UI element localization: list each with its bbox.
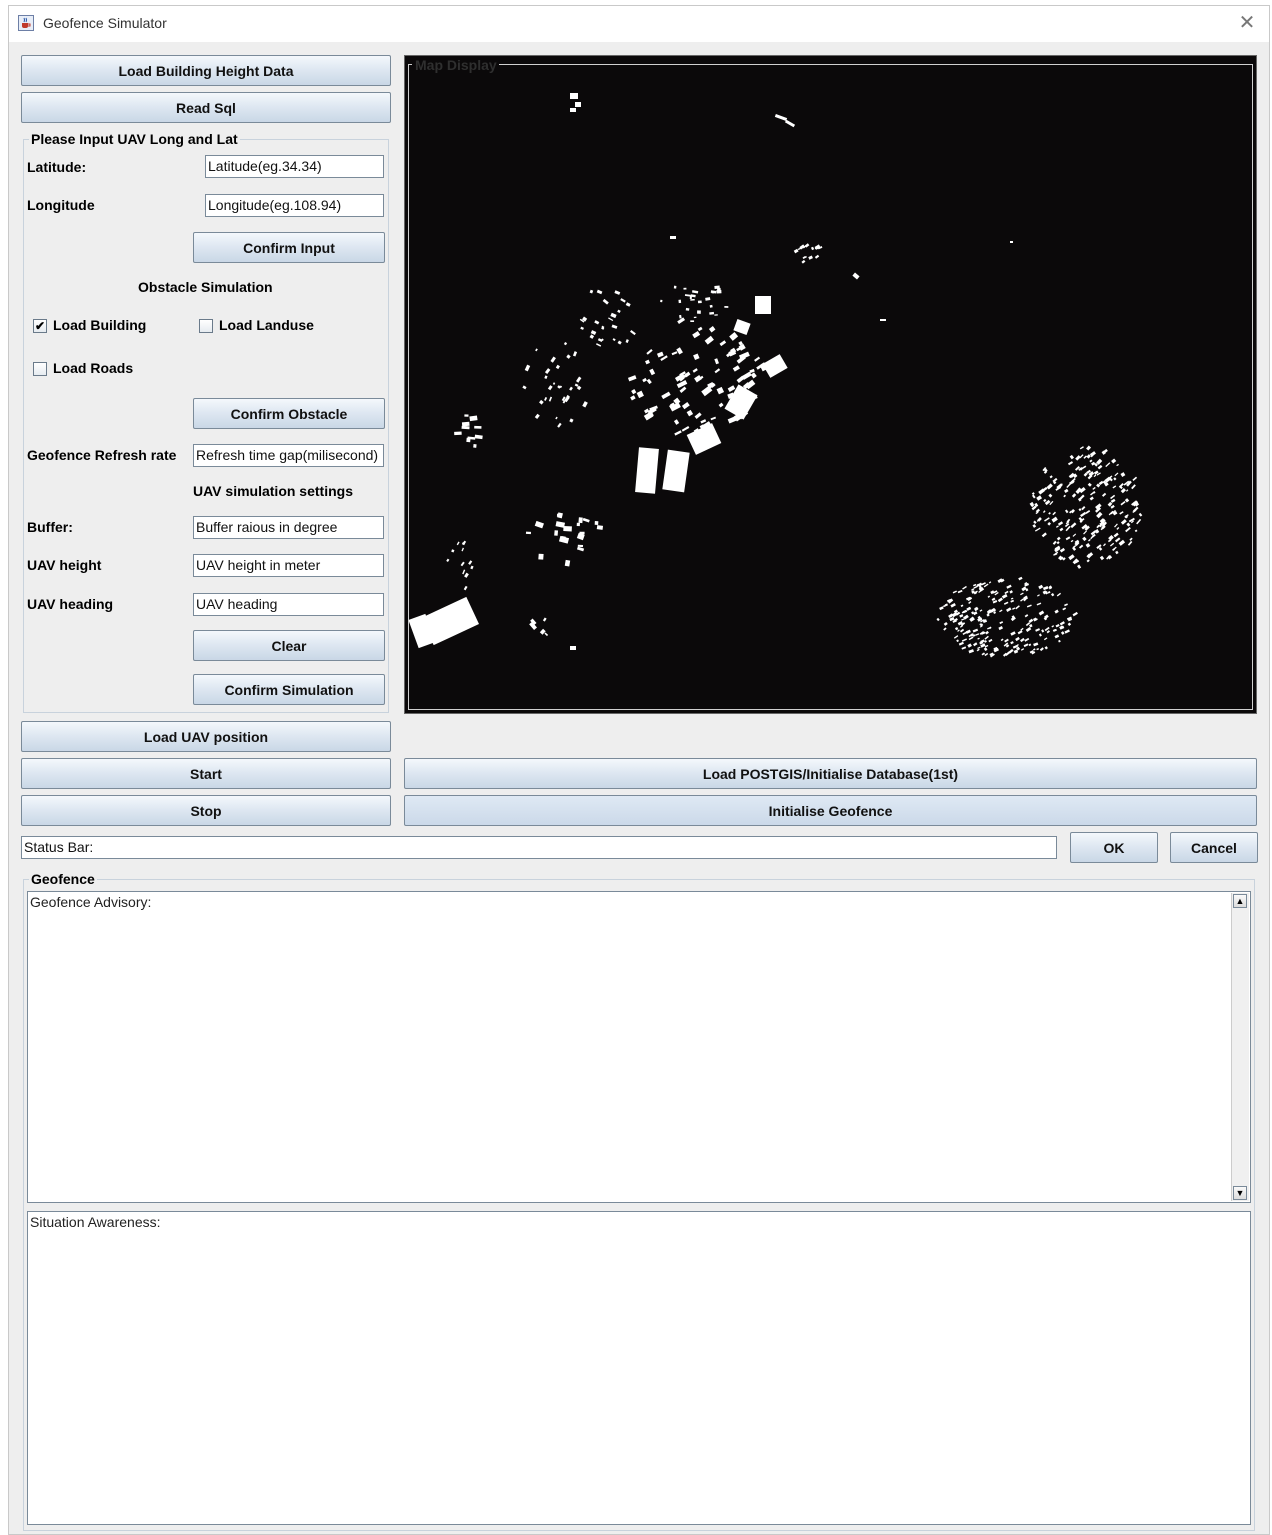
longitude-label: Longitude (27, 197, 95, 213)
stop-button[interactable]: Stop (21, 795, 391, 826)
scroll-up-icon[interactable]: ▲ (1233, 894, 1247, 908)
confirm-input-button[interactable]: Confirm Input (193, 232, 385, 263)
initialise-geofence-button[interactable]: Initialise Geofence (404, 795, 1257, 826)
title-bar: Geofence Simulator ✕ (9, 6, 1269, 42)
java-cup-icon (18, 15, 34, 31)
uav-settings-heading: UAV simulation settings (193, 483, 353, 499)
geofence-advisory-text: Geofence Advisory: (30, 894, 152, 910)
load-landuse-checkbox[interactable] (199, 319, 213, 333)
situation-awareness-text: Situation Awareness: (30, 1214, 161, 1230)
status-bar: Status Bar: (21, 836, 1057, 859)
uav-input-group-title: Please Input UAV Long and Lat (29, 131, 240, 147)
load-roads-checkbox[interactable] (33, 362, 47, 376)
obstacle-simulation-heading: Obstacle Simulation (138, 279, 273, 295)
start-button[interactable]: Start (21, 758, 391, 789)
uav-height-input[interactable]: UAV height in meter (193, 554, 384, 577)
map-frame-top-right (495, 64, 1253, 65)
confirm-simulation-button[interactable]: Confirm Simulation (193, 674, 385, 705)
map-frame-top-left (408, 64, 412, 65)
app-window: Geofence Simulator ✕ Load Building Heigh… (8, 5, 1270, 1535)
load-building-label[interactable]: Load Building (53, 317, 146, 333)
read-sql-button[interactable]: Read Sql (21, 92, 391, 123)
load-building-height-button[interactable]: Load Building Height Data (21, 55, 391, 86)
advisory-scrollbar[interactable]: ▲ ▼ (1231, 893, 1249, 1201)
latitude-label: Latitude: (27, 159, 87, 175)
load-building-checkbox[interactable]: ✔ (33, 319, 47, 333)
load-landuse-label[interactable]: Load Landuse (219, 317, 314, 333)
longitude-input[interactable]: Longitude(eg.108.94) (205, 194, 384, 217)
load-roads-label[interactable]: Load Roads (53, 360, 133, 376)
window-title: Geofence Simulator (43, 15, 167, 31)
load-postgis-button[interactable]: Load POSTGIS/Initialise Database(1st) (404, 758, 1257, 789)
refresh-rate-label: Geofence Refresh rate (27, 447, 177, 463)
map-frame (408, 64, 1253, 710)
uav-heading-input[interactable]: UAV heading (193, 593, 384, 616)
map-display[interactable]: Map Display (404, 55, 1257, 714)
situation-awareness-textarea[interactable]: Situation Awareness: (27, 1211, 1251, 1525)
load-uav-position-button[interactable]: Load UAV position (21, 721, 391, 752)
close-icon[interactable]: ✕ (1235, 11, 1259, 35)
geofence-advisory-textarea[interactable]: Geofence Advisory: ▲ ▼ (27, 891, 1251, 1203)
scroll-down-icon[interactable]: ▼ (1233, 1186, 1247, 1200)
clear-button[interactable]: Clear (193, 630, 385, 661)
uav-height-label: UAV height (27, 557, 102, 573)
latitude-input[interactable]: Latitude(eg.34.34) (205, 155, 384, 178)
geofence-group-title: Geofence (29, 871, 97, 887)
ok-button[interactable]: OK (1070, 832, 1158, 863)
uav-heading-label: UAV heading (27, 596, 114, 612)
confirm-obstacle-button[interactable]: Confirm Obstacle (193, 398, 385, 429)
buffer-input[interactable]: Buffer raious in degree (193, 516, 384, 539)
refresh-rate-input[interactable]: Refresh time gap(milisecond) (193, 444, 384, 467)
map-display-title: Map Display (413, 57, 499, 73)
buffer-label: Buffer: (27, 519, 73, 535)
cancel-button[interactable]: Cancel (1170, 832, 1258, 863)
